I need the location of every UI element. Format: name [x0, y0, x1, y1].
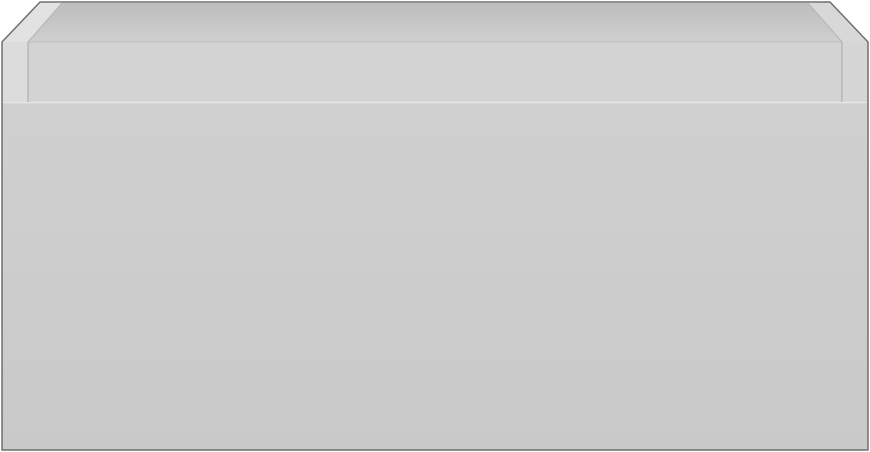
left-side-post	[2, 42, 28, 102]
right-side-post	[842, 42, 868, 102]
inner-back-wall	[28, 3, 842, 42]
rear-lip	[28, 42, 842, 102]
front-panel	[2, 102, 868, 450]
drawer-unit-scene	[0, 0, 870, 452]
drawer-unit-illustration	[1, 1, 869, 451]
